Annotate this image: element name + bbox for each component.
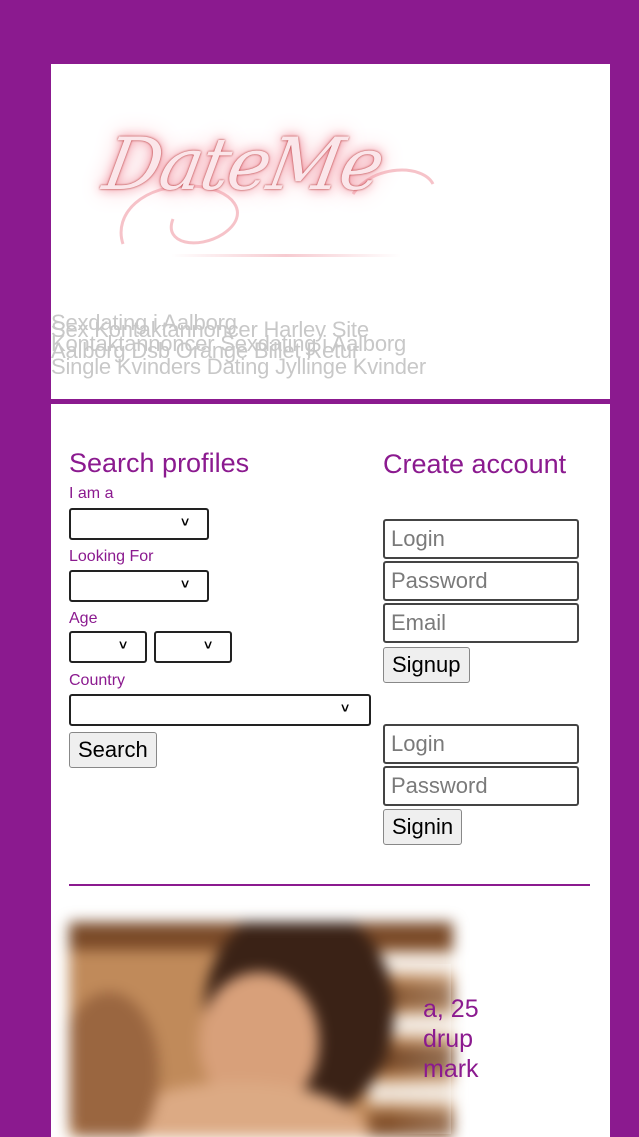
signup-password-input[interactable]: [383, 561, 579, 601]
age-label: Age: [69, 610, 98, 627]
logo-underline: [171, 254, 401, 257]
looking-for-select[interactable]: [69, 570, 209, 602]
signin-password-input[interactable]: [383, 766, 579, 806]
signin-login-input[interactable]: [383, 724, 579, 764]
profile-country: mark: [423, 1055, 479, 1083]
site-header: DateMe Sexdating i Aalborg Sex Kontaktan…: [51, 64, 610, 399]
country-select[interactable]: [69, 694, 371, 726]
profile-name-age: a, 25: [423, 995, 479, 1023]
profile-city: drup: [423, 1025, 474, 1053]
seo-link-4[interactable]: Kontaktannoncer Sexdating i Aalborg: [51, 333, 610, 355]
country-label: Country: [69, 672, 126, 689]
seo-link-5[interactable]: Single Kvinders Dating Jyllinge Kvinder: [51, 356, 610, 378]
age-to-select[interactable]: [154, 631, 232, 663]
i-am-label: I am a: [69, 485, 114, 502]
main-content: Search profiles I am a ˅ Looking For ˅ A…: [51, 404, 610, 1137]
logo-text: DateMe: [97, 122, 389, 206]
i-am-select[interactable]: [69, 508, 209, 540]
profile-caption[interactable]: a, 25 drup mark: [423, 994, 479, 1084]
search-button[interactable]: Search: [69, 732, 157, 768]
create-account-title: Create account: [383, 449, 567, 479]
signin-button[interactable]: Signin: [383, 809, 463, 845]
signup-email-input[interactable]: [383, 603, 579, 643]
signup-login-input[interactable]: [383, 519, 579, 559]
age-from-select[interactable]: [69, 631, 147, 663]
search-profiles-title: Search profiles: [69, 448, 250, 478]
looking-for-label: Looking For: [69, 548, 154, 565]
section-divider: [69, 884, 590, 886]
signup-button[interactable]: Signup: [383, 647, 470, 683]
